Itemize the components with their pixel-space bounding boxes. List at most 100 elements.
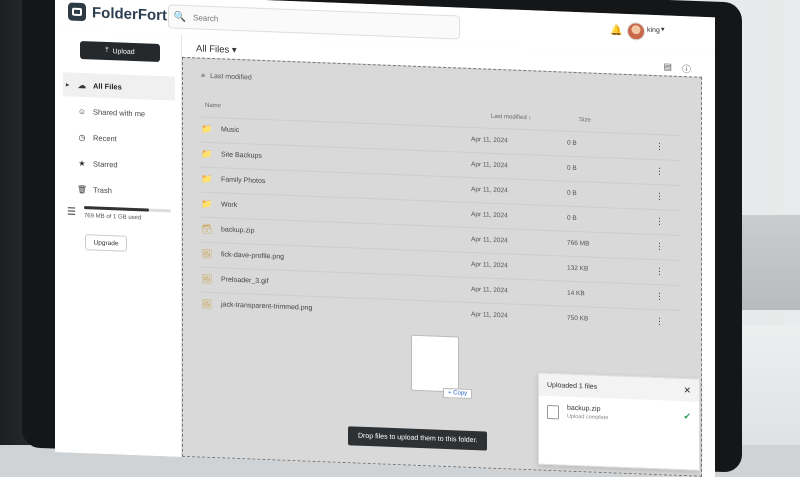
upload-item-name: backup.zip bbox=[567, 404, 601, 413]
more-options-icon[interactable]: ⋮ bbox=[655, 166, 664, 177]
folder-icon: 📁 bbox=[201, 173, 213, 184]
file-name[interactable]: jack-transparent-trimmed.png bbox=[221, 301, 471, 318]
sort-control[interactable]: ≡ Last modified bbox=[201, 73, 252, 82]
file-modified: Apr 11, 2024 bbox=[471, 135, 508, 144]
column-header-modified-label: Last modified bbox=[491, 113, 527, 122]
sidebar-item-shared-with-me[interactable]: ☺ Shared with me bbox=[63, 98, 175, 126]
upload-status-panel: Uploaded 1 files ✕ backup.zip Upload com… bbox=[538, 372, 700, 471]
file-modified: Apr 11, 2024 bbox=[471, 210, 508, 219]
upload-item: backup.zip Upload complete ✔ bbox=[539, 396, 699, 433]
notification-bell-icon[interactable]: 🔔 bbox=[610, 25, 622, 36]
file-modified: Apr 11, 2024 bbox=[471, 310, 508, 319]
file-name[interactable]: Site Backups bbox=[221, 151, 471, 168]
file-name[interactable]: Family Photos bbox=[221, 176, 471, 193]
upload-button[interactable]: ⤒ Upload bbox=[80, 40, 160, 63]
image-file-icon: 🖼 bbox=[201, 273, 213, 284]
app-screen: FolderFort 🔍 🔔 king ▾ ⤒ Upload ▸ ☁ All F… bbox=[55, 0, 715, 477]
more-options-icon[interactable]: ⋮ bbox=[655, 141, 664, 152]
image-file-icon: 🖼 bbox=[201, 298, 213, 309]
sidebar-item-label: Shared with me bbox=[93, 106, 146, 118]
user-avatar[interactable] bbox=[627, 21, 645, 41]
chevron-right-icon[interactable]: ▸ bbox=[66, 81, 69, 88]
file-size: 0 B bbox=[567, 164, 577, 172]
file-name[interactable]: Preloader_3.gif bbox=[221, 276, 471, 293]
sidebar-item-label: Trash bbox=[93, 184, 112, 195]
more-options-icon[interactable]: ⋮ bbox=[655, 266, 664, 277]
storage-used-text: 769 MB of 1 GB used bbox=[83, 213, 142, 222]
trash-icon: 🗑 bbox=[77, 184, 88, 194]
file-icon bbox=[547, 404, 559, 419]
upload-panel-title: Uploaded 1 files bbox=[547, 381, 598, 391]
column-header-name[interactable]: Name bbox=[205, 103, 221, 110]
file-modified: Apr 11, 2024 bbox=[471, 185, 508, 194]
view-toggle-icon[interactable]: ▤ bbox=[663, 61, 672, 74]
drag-preview-thumbnail bbox=[411, 334, 459, 393]
file-modified: Apr 11, 2024 bbox=[471, 235, 508, 244]
user-name[interactable]: king bbox=[647, 27, 660, 34]
column-header-modified[interactable]: Last modified ↓ bbox=[491, 114, 531, 122]
file-name[interactable]: fick-dave-profile.png bbox=[221, 251, 471, 268]
folder-icon: 📁 bbox=[201, 148, 213, 159]
sidebar-item-label: Starred bbox=[93, 158, 118, 169]
sidebar-item-trash[interactable]: 🗑 Trash bbox=[63, 176, 175, 204]
upgrade-button[interactable]: Upgrade bbox=[85, 234, 127, 252]
cloud-icon: ☁ bbox=[78, 80, 86, 90]
more-options-icon[interactable]: ⋮ bbox=[655, 316, 664, 327]
upload-item-status: Upload complete bbox=[567, 413, 609, 422]
brand-name: FolderFort bbox=[92, 3, 167, 24]
storage-icon: ☰ bbox=[67, 206, 76, 218]
file-name[interactable]: Work bbox=[221, 201, 471, 218]
image-file-icon: 🖼 bbox=[201, 248, 213, 259]
people-icon: ☺ bbox=[77, 106, 87, 116]
file-size: 766 MB bbox=[567, 239, 590, 248]
sidebar-item-all-files[interactable]: ▸ ☁ All Files bbox=[63, 72, 175, 101]
sidebar-item-starred[interactable]: ★ Starred bbox=[63, 150, 175, 178]
storage-meter: ☰ 769 MB of 1 GB used Upgrade bbox=[67, 205, 171, 252]
header-actions: ▤ ⓘ bbox=[663, 61, 691, 75]
sidebar: ⤒ Upload ▸ ☁ All Files ☺ Shared with me … bbox=[55, 30, 182, 457]
more-options-icon[interactable]: ⋮ bbox=[655, 241, 664, 252]
logo[interactable]: FolderFort bbox=[68, 2, 167, 24]
folder-icon: 📁 bbox=[201, 123, 213, 134]
folder-title-dropdown[interactable]: All Files ▾ bbox=[196, 43, 237, 56]
chevron-down-icon: ▾ bbox=[231, 44, 237, 56]
upload-button-label: Upload bbox=[112, 47, 135, 56]
sidebar-item-label: Recent bbox=[93, 132, 117, 143]
search-input[interactable] bbox=[191, 11, 435, 33]
chevron-down-icon[interactable]: ▾ bbox=[661, 25, 665, 33]
folder-icon: 📁 bbox=[201, 198, 213, 209]
file-name[interactable]: backup.zip bbox=[221, 226, 471, 243]
close-icon[interactable]: ✕ bbox=[683, 385, 691, 396]
folderfort-logo-icon bbox=[68, 2, 86, 22]
column-header-size[interactable]: Size bbox=[579, 117, 591, 123]
copy-badge: + Copy bbox=[443, 387, 473, 400]
file-size: 0 B bbox=[567, 189, 577, 197]
more-options-icon[interactable]: ⋮ bbox=[655, 216, 664, 227]
file-size: 14 KB bbox=[567, 289, 585, 297]
file-modified: Apr 11, 2024 bbox=[471, 285, 508, 294]
upload-icon: ⤒ bbox=[105, 46, 109, 55]
sidebar-item-label: All Files bbox=[93, 80, 122, 92]
zip-file-icon: 🗃 bbox=[201, 223, 213, 234]
file-size: 750 KB bbox=[567, 314, 589, 322]
file-size: 0 B bbox=[567, 214, 577, 222]
file-size: 0 B bbox=[567, 139, 577, 147]
more-options-icon[interactable]: ⋮ bbox=[655, 291, 664, 302]
check-circle-icon: ✔ bbox=[683, 411, 691, 422]
storage-bar bbox=[83, 206, 171, 213]
page-title: All Files bbox=[196, 43, 230, 56]
sidebar-item-recent[interactable]: ◷ Recent bbox=[63, 124, 175, 152]
search-icon: 🔍 bbox=[173, 11, 187, 23]
sort-icon: ≡ bbox=[201, 72, 206, 80]
file-size: 132 KB bbox=[567, 264, 589, 272]
search-bar[interactable]: 🔍 bbox=[168, 4, 460, 40]
drop-hint-tooltip: Drop files to upload them to this folder… bbox=[348, 426, 488, 451]
file-modified: Apr 11, 2024 bbox=[471, 160, 508, 169]
star-icon: ★ bbox=[78, 158, 86, 168]
sort-label: Last modified bbox=[210, 72, 252, 82]
sidebar-nav: ▸ ☁ All Files ☺ Shared with me ◷ Recent … bbox=[63, 72, 175, 206]
more-options-icon[interactable]: ⋮ bbox=[655, 191, 664, 202]
storage-bar-fill bbox=[83, 206, 150, 212]
info-icon[interactable]: ⓘ bbox=[682, 62, 691, 75]
file-name[interactable]: Music bbox=[221, 126, 471, 143]
